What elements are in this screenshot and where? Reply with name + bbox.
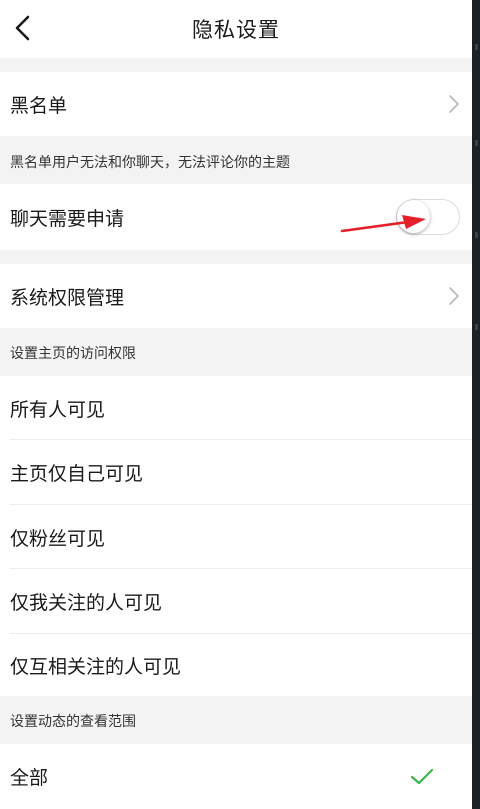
blacklist-label: 黑名单 — [10, 94, 68, 117]
system-permissions-label: 系统权限管理 — [10, 286, 125, 309]
chat-request-label: 聊天需要申请 — [10, 207, 125, 230]
chevron-right-icon — [449, 287, 459, 305]
edge-mark — [475, 140, 478, 146]
nav-bar: 隐私设置 — [0, 0, 472, 58]
chat-request-toggle[interactable] — [396, 199, 460, 235]
option-label: 仅粉丝可见 — [10, 527, 106, 550]
system-permissions-row[interactable]: 系统权限管理 — [0, 264, 472, 328]
edge-mark — [475, 324, 478, 330]
screen-edge — [472, 0, 480, 809]
feed-option-all[interactable]: 全部 — [0, 744, 472, 809]
option-label: 所有人可见 — [10, 398, 106, 421]
homepage-visibility-caption: 设置主页的访问权限 — [10, 346, 136, 362]
edge-mark — [475, 232, 478, 238]
option-label: 仅我关注的人可见 — [10, 592, 163, 614]
visibility-option-everyone[interactable]: 所有人可见 — [0, 376, 472, 440]
feed-visibility-caption: 设置动态的查看范围 — [10, 714, 136, 730]
visibility-option-followers-only[interactable]: 仅粉丝可见 — [0, 505, 472, 569]
chevron-right-icon — [449, 95, 459, 113]
check-icon — [410, 768, 434, 784]
privacy-settings-screen: 隐私设置 黑名单 黑名单用户无法和你聊天，无法评论你的主题 聊天需要申请 系统权… — [0, 0, 472, 809]
edge-mark — [475, 44, 478, 50]
visibility-option-self-only[interactable]: 主页仅自己可见 — [0, 440, 472, 505]
blacklist-row[interactable]: 黑名单 — [0, 72, 472, 136]
option-label: 全部 — [10, 767, 49, 789]
option-label: 主页仅自己可见 — [10, 463, 144, 485]
visibility-option-following-only[interactable]: 仅我关注的人可见 — [0, 569, 472, 634]
option-label: 仅互相关注的人可见 — [10, 655, 182, 678]
page-title: 隐私设置 — [192, 18, 280, 42]
toggle-knob — [397, 200, 430, 233]
blacklist-caption: 黑名单用户无法和你聊天，无法评论你的主题 — [10, 155, 290, 171]
visibility-option-mutual-only[interactable]: 仅互相关注的人可见 — [0, 634, 472, 696]
